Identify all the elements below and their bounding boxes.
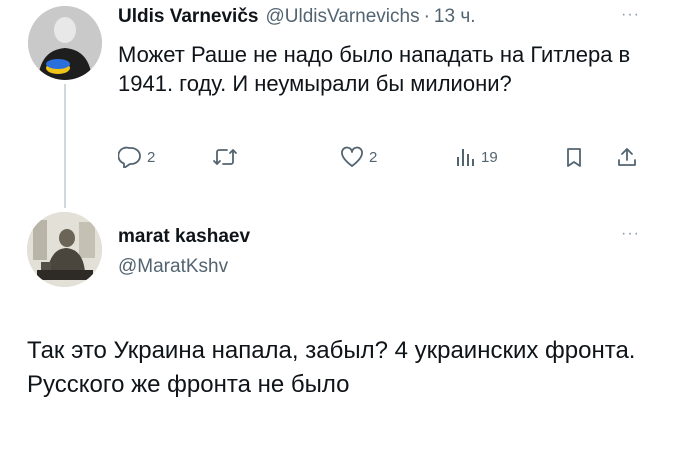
like-count: 2	[369, 148, 378, 166]
share-icon	[618, 148, 636, 166]
author-name[interactable]: Uldis Varnevičs	[118, 6, 258, 28]
more-options-icon[interactable]: ···	[621, 225, 640, 243]
timestamp[interactable]: 13 ч.	[434, 6, 476, 28]
views-button[interactable]: 19	[454, 146, 498, 168]
author-handle[interactable]: @UldisVarnevichs	[265, 6, 419, 28]
like-button[interactable]: 2	[340, 146, 377, 168]
avatar[interactable]	[28, 6, 102, 80]
views-count: 19	[481, 148, 498, 166]
separator-dot: ·	[423, 6, 430, 27]
reply-button[interactable]: 2	[118, 146, 155, 168]
tweet-text: Может Раше не надо было нападать на Гитл…	[118, 42, 631, 96]
retweet-icon	[213, 149, 237, 165]
reply-count: 2	[147, 148, 156, 166]
author-handle[interactable]: @MaratKshv	[118, 256, 228, 278]
bookmark-icon	[567, 148, 581, 167]
heart-icon	[341, 146, 363, 167]
author-name[interactable]: marat kashaev	[118, 226, 250, 248]
tweet-actions: 2 2 19	[118, 146, 648, 170]
tweet-text: Так это Украина напала, забыл? 4 украинс…	[27, 337, 636, 398]
avatar[interactable]	[27, 212, 102, 287]
retweet-button[interactable]	[212, 146, 238, 168]
avatar-image	[28, 6, 102, 80]
tweet-header: Uldis Varnevičs @UldisVarnevichs · 13 ч.	[118, 6, 476, 32]
share-button[interactable]	[616, 146, 638, 168]
avatar-image	[27, 212, 102, 287]
views-icon	[457, 149, 474, 166]
bookmark-button[interactable]	[564, 146, 584, 168]
more-options-icon[interactable]: ···	[621, 6, 640, 24]
thread-line	[64, 84, 66, 208]
reply-icon	[118, 146, 141, 168]
